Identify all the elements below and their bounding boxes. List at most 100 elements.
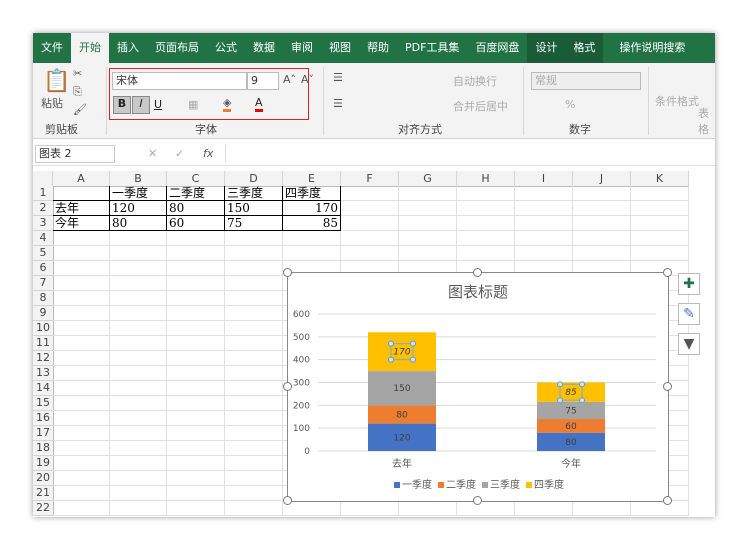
cell[interactable] [631, 186, 689, 201]
cell[interactable] [53, 306, 110, 321]
column-header[interactable]: J [573, 171, 631, 187]
resize-handle[interactable] [283, 268, 292, 277]
cell[interactable] [341, 186, 399, 201]
cell[interactable]: 170 [283, 201, 341, 216]
cell[interactable] [225, 501, 283, 516]
cell[interactable] [167, 351, 225, 366]
cell[interactable] [53, 471, 110, 486]
cell[interactable] [53, 441, 110, 456]
cell[interactable] [341, 216, 399, 231]
cell[interactable] [225, 471, 283, 486]
label-handle[interactable] [388, 340, 394, 347]
cell[interactable] [399, 186, 457, 201]
enter-icon[interactable]: ✓ [175, 147, 184, 160]
cell[interactable] [457, 201, 515, 216]
cell[interactable] [167, 441, 225, 456]
column-header[interactable]: F [341, 171, 399, 187]
cell[interactable] [573, 186, 631, 201]
cell[interactable] [167, 426, 225, 441]
percent-icon[interactable]: % [565, 98, 575, 111]
column-header[interactable]: B [110, 171, 167, 187]
cell[interactable] [167, 231, 225, 246]
column-header[interactable]: C [167, 171, 225, 187]
cell[interactable] [167, 396, 225, 411]
cell[interactable] [53, 426, 110, 441]
cell[interactable] [573, 501, 631, 516]
cell[interactable] [53, 411, 110, 426]
resize-handle[interactable] [473, 496, 482, 505]
cell[interactable] [225, 261, 283, 276]
align-top-icon[interactable]: ☰ [333, 71, 343, 84]
row-header[interactable]: 7 [33, 276, 54, 291]
cancel-icon[interactable]: ✕ [148, 147, 157, 160]
label-handle[interactable] [388, 356, 394, 363]
font-color-icon[interactable]: A [255, 96, 263, 112]
label-handle[interactable] [410, 340, 416, 347]
tab-3[interactable]: 页面布局 [147, 33, 207, 63]
tell-me-search[interactable]: 操作说明搜索 [611, 33, 693, 63]
paste-icon[interactable]: 📋 [43, 69, 70, 94]
tab-11[interactable]: 设计 [527, 33, 566, 63]
cell[interactable] [573, 231, 631, 246]
chart-styles-button[interactable]: ✎ [678, 303, 700, 325]
cut-icon[interactable]: ✂ [73, 67, 82, 80]
select-all[interactable] [33, 171, 53, 187]
resize-handle[interactable] [283, 382, 292, 391]
cell[interactable] [53, 381, 110, 396]
tab-0[interactable]: 文件 [33, 33, 71, 63]
bold-button[interactable]: B [113, 96, 131, 114]
row-header[interactable]: 2 [33, 201, 54, 216]
column-header[interactable]: A [53, 171, 110, 187]
cell[interactable] [399, 501, 457, 516]
column-header[interactable]: D [225, 171, 283, 187]
cell[interactable] [110, 441, 167, 456]
column-header[interactable]: I [515, 171, 573, 187]
cell[interactable] [53, 291, 110, 306]
cell[interactable]: 今年 [53, 216, 110, 231]
italic-button[interactable]: I [132, 96, 150, 114]
cell[interactable] [110, 261, 167, 276]
row-header[interactable]: 6 [33, 261, 54, 276]
cell[interactable] [53, 276, 110, 291]
cell[interactable] [225, 381, 283, 396]
border-icon[interactable]: ▦ [188, 98, 198, 111]
cell[interactable] [225, 321, 283, 336]
column-header[interactable]: K [631, 171, 689, 187]
resize-handle[interactable] [663, 382, 672, 391]
row-header[interactable]: 5 [33, 246, 54, 261]
cell[interactable] [53, 321, 110, 336]
legend-swatch[interactable] [438, 482, 444, 488]
cell[interactable] [110, 336, 167, 351]
row-header[interactable]: 1 [33, 186, 54, 201]
cell[interactable] [53, 366, 110, 381]
cell[interactable]: 二季度 [167, 186, 225, 201]
cell[interactable] [110, 291, 167, 306]
cell[interactable] [573, 201, 631, 216]
cell[interactable] [53, 231, 110, 246]
column-header[interactable]: G [399, 171, 457, 187]
name-box[interactable]: 图表 2 [35, 145, 115, 163]
row-header[interactable]: 17 [33, 426, 54, 441]
number-format-select[interactable]: 常规 [531, 72, 641, 90]
tab-4[interactable]: 公式 [207, 33, 245, 63]
tab-1[interactable]: 开始 [71, 33, 109, 63]
cell[interactable] [225, 336, 283, 351]
cell[interactable] [167, 486, 225, 501]
cell[interactable] [110, 456, 167, 471]
cell[interactable]: 75 [225, 216, 283, 231]
fx-button[interactable]: fx [203, 147, 213, 160]
chart-elements-button[interactable]: ✚ [678, 273, 700, 295]
wrap-text-button[interactable]: 自动换行 [453, 73, 497, 89]
cell[interactable] [631, 216, 689, 231]
tab-10[interactable]: 百度网盘 [467, 33, 527, 63]
cell[interactable] [167, 471, 225, 486]
cell[interactable] [631, 201, 689, 216]
cell[interactable] [341, 501, 399, 516]
resize-handle[interactable] [663, 496, 672, 505]
tab-7[interactable]: 视图 [321, 33, 359, 63]
cell[interactable] [110, 426, 167, 441]
cell[interactable] [457, 186, 515, 201]
tab-8[interactable]: 帮助 [359, 33, 397, 63]
cell[interactable] [53, 456, 110, 471]
cell[interactable] [341, 246, 399, 261]
